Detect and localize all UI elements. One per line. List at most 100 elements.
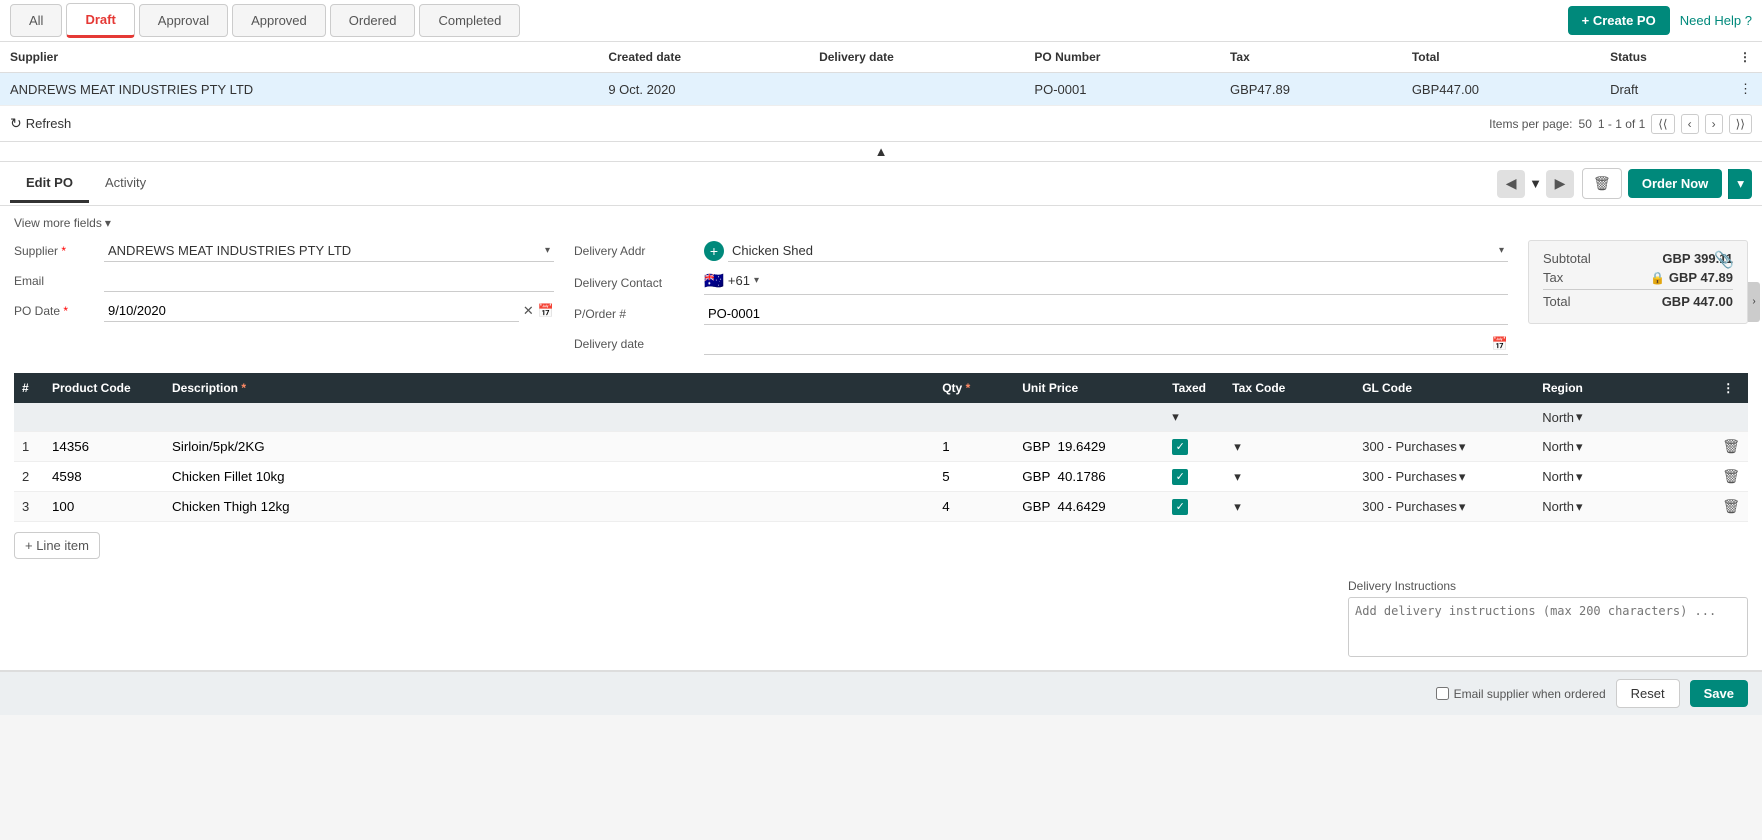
- tab-completed[interactable]: Completed: [419, 4, 520, 37]
- delete-button[interactable]: 🗑: [1582, 168, 1622, 199]
- qty-input-3[interactable]: [942, 499, 1002, 514]
- unit-price-1[interactable]: [1014, 432, 1164, 462]
- qty-input-2[interactable]: [942, 469, 1002, 484]
- prev-record-button[interactable]: ◀: [1497, 170, 1525, 198]
- prev-page-button[interactable]: ‹: [1681, 114, 1699, 134]
- unit-price-2[interactable]: [1014, 462, 1164, 492]
- region-1[interactable]: North ▾: [1534, 432, 1714, 462]
- delete-line-button-1[interactable]: 🗑: [1722, 438, 1740, 455]
- unit-price-3[interactable]: [1014, 492, 1164, 522]
- first-page-button[interactable]: ⟨⟨: [1651, 114, 1674, 134]
- edit-po-tab[interactable]: Edit PO: [10, 165, 89, 203]
- last-page-button[interactable]: ⟩⟩: [1729, 114, 1752, 134]
- qty-1[interactable]: [934, 432, 1014, 462]
- tab-draft[interactable]: Draft: [66, 3, 134, 38]
- unit-price-input-2[interactable]: [1022, 469, 1142, 484]
- date-clear-icon[interactable]: ✕: [523, 303, 534, 319]
- need-help-link[interactable]: Need Help ?: [1680, 13, 1752, 28]
- taxed-checkbox-3[interactable]: ✓: [1172, 499, 1188, 515]
- taxed-checkbox-2[interactable]: ✓: [1172, 469, 1188, 485]
- view-more-fields-toggle[interactable]: View more fields ▾: [14, 216, 1748, 230]
- create-po-button[interactable]: + Create PO: [1568, 6, 1670, 35]
- region-filter[interactable]: North ▾: [1542, 409, 1706, 425]
- cell-more[interactable]: ⋮: [1729, 73, 1762, 106]
- qty-input-1[interactable]: [942, 439, 1002, 454]
- unit-price-input-1[interactable]: [1022, 439, 1142, 454]
- line-num-3: 3: [14, 492, 44, 522]
- order-now-button[interactable]: Order Now: [1628, 169, 1722, 198]
- tax-code-arrow-1[interactable]: ▾: [1234, 439, 1241, 455]
- email-supplier-checkbox[interactable]: [1436, 687, 1449, 700]
- product-code-3[interactable]: [44, 492, 164, 522]
- description-input-3[interactable]: [172, 499, 926, 514]
- collapse-toggle[interactable]: ▲: [0, 142, 1762, 162]
- delete-row-1[interactable]: 🗑: [1714, 432, 1748, 462]
- delivery-addr-select[interactable]: Chicken Shed ▾: [728, 240, 1508, 262]
- product-code-input-3[interactable]: [52, 499, 156, 514]
- region-3[interactable]: North ▾: [1534, 492, 1714, 522]
- email-input[interactable]: [104, 270, 554, 292]
- supplier-select[interactable]: ANDREWS MEAT INDUSTRIES PTY LTD ▾: [104, 240, 554, 262]
- tab-approval[interactable]: Approval: [139, 4, 228, 37]
- add-delivery-addr-button[interactable]: +: [704, 241, 724, 261]
- save-button[interactable]: Save: [1690, 680, 1748, 707]
- add-line-item-button[interactable]: + Line item: [14, 532, 100, 559]
- tab-approved[interactable]: Approved: [232, 4, 326, 37]
- region-arrow-3[interactable]: ▾: [1576, 499, 1583, 515]
- region-arrow-1[interactable]: ▾: [1576, 439, 1583, 455]
- description-input-1[interactable]: [172, 439, 926, 454]
- taxed-checkbox-1[interactable]: ✓: [1172, 439, 1188, 455]
- col-tax-code: Tax Code: [1224, 373, 1354, 403]
- gl-code-arrow-3[interactable]: ▾: [1459, 499, 1466, 515]
- region-arrow-2[interactable]: ▾: [1576, 469, 1583, 485]
- qty-2[interactable]: [934, 462, 1014, 492]
- gl-code-2[interactable]: 300 - Purchases ▾: [1354, 462, 1534, 492]
- delete-line-button-2[interactable]: 🗑: [1722, 468, 1740, 485]
- order-now-dropdown-button[interactable]: ▾: [1728, 169, 1752, 199]
- tax-code-arrow-3[interactable]: ▾: [1234, 499, 1241, 515]
- delete-line-button-3[interactable]: 🗑: [1722, 498, 1740, 515]
- description-input-2[interactable]: [172, 469, 926, 484]
- delete-row-2[interactable]: 🗑: [1714, 462, 1748, 492]
- delivery-date-input[interactable]: [704, 333, 1492, 354]
- tab-all[interactable]: All: [10, 4, 62, 37]
- region-2[interactable]: North ▾: [1534, 462, 1714, 492]
- tax-code-3[interactable]: ▾: [1224, 492, 1354, 522]
- tax-code-arrow-2[interactable]: ▾: [1234, 469, 1241, 485]
- description-1[interactable]: [164, 432, 934, 462]
- po-date-input[interactable]: 9/10/2020: [104, 300, 519, 322]
- tab-ordered[interactable]: Ordered: [330, 4, 416, 37]
- qty-3[interactable]: [934, 492, 1014, 522]
- next-record-button[interactable]: ▶: [1546, 170, 1574, 198]
- p-order-input[interactable]: PO-0001: [704, 303, 1508, 325]
- attach-icon[interactable]: 📎: [1714, 250, 1734, 270]
- product-code-1[interactable]: [44, 432, 164, 462]
- taxed-filter[interactable]: ▾: [1172, 409, 1216, 425]
- reset-button[interactable]: Reset: [1616, 679, 1680, 708]
- table-row[interactable]: ANDREWS MEAT INDUSTRIES PTY LTD 9 Oct. 2…: [0, 73, 1762, 106]
- gl-code-3[interactable]: 300 - Purchases ▾: [1354, 492, 1534, 522]
- delete-row-3[interactable]: 🗑: [1714, 492, 1748, 522]
- product-code-input-1[interactable]: [52, 439, 156, 454]
- tax-code-2[interactable]: ▾: [1224, 462, 1354, 492]
- delivery-instructions-textarea[interactable]: [1348, 597, 1748, 657]
- next-page-button[interactable]: ›: [1705, 114, 1723, 134]
- product-code-2[interactable]: [44, 462, 164, 492]
- gl-code-arrow-1[interactable]: ▾: [1459, 439, 1466, 455]
- description-3[interactable]: [164, 492, 934, 522]
- totals-expand-handle[interactable]: ›: [1748, 282, 1760, 322]
- email-supplier-check-label[interactable]: Email supplier when ordered: [1436, 687, 1606, 701]
- refresh-button[interactable]: ↻ Refresh: [10, 115, 71, 132]
- calendar-icon[interactable]: 📅: [538, 303, 554, 319]
- gl-code-1[interactable]: 300 - Purchases ▾: [1354, 432, 1534, 462]
- delivery-instructions-section: Delivery Instructions: [0, 569, 1762, 670]
- gl-code-arrow-2[interactable]: ▾: [1459, 469, 1466, 485]
- tax-code-1[interactable]: ▾: [1224, 432, 1354, 462]
- unit-price-input-3[interactable]: [1022, 499, 1142, 514]
- description-2[interactable]: [164, 462, 934, 492]
- product-code-input-2[interactable]: [52, 469, 156, 484]
- phone-dropdown-arrow[interactable]: ▾: [754, 275, 759, 286]
- delivery-calendar-icon[interactable]: 📅: [1492, 336, 1508, 352]
- delivery-contact-input[interactable]: [763, 270, 1508, 291]
- activity-tab[interactable]: Activity: [89, 165, 162, 203]
